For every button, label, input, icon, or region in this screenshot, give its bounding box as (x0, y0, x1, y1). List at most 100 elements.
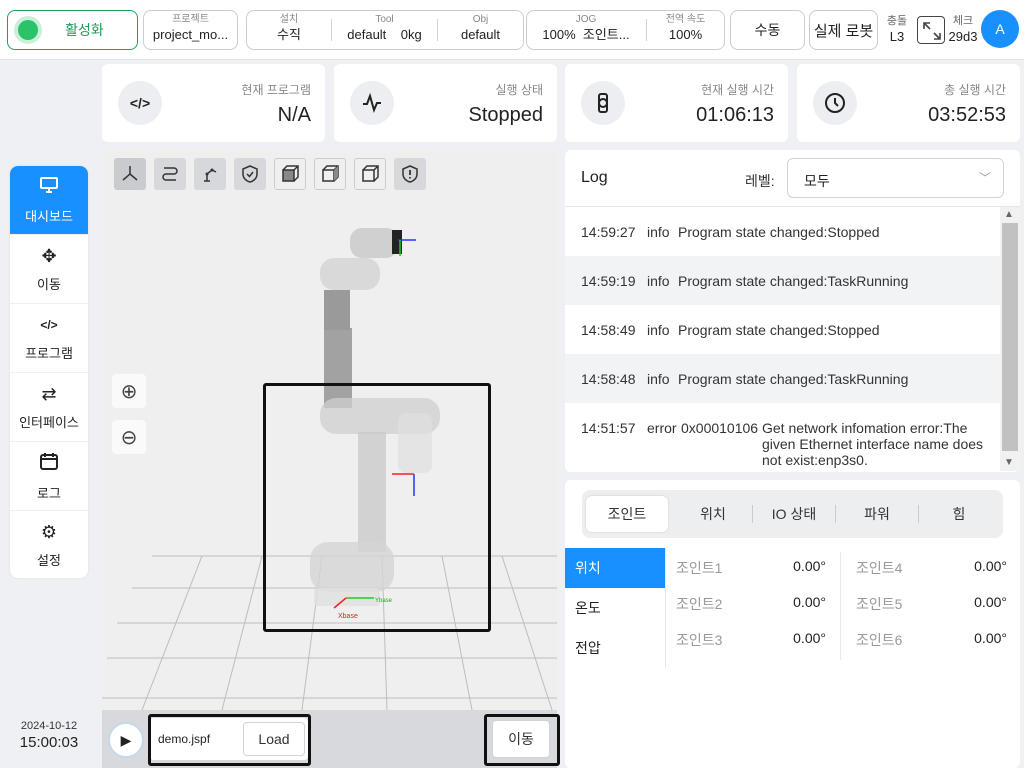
safety-shield-icon[interactable] (234, 158, 266, 190)
log-time: 14:58:49 (581, 322, 636, 338)
log-time: 14:58:48 (581, 371, 636, 387)
view-cube-top-icon[interactable] (354, 158, 386, 190)
subtab-temperature[interactable]: 온도 (565, 588, 665, 628)
obj-value: default (460, 27, 501, 42)
log-level-value: 모두 (804, 173, 830, 189)
calendar-icon (39, 451, 59, 475)
card-value: 03:52:53 (928, 104, 1006, 126)
obj-title: Obj (472, 14, 489, 25)
tool-weight: 0kg (400, 27, 422, 42)
jog-title: JOG (575, 14, 597, 25)
log-row[interactable]: 14:59:19 info Program state changed:Task… (565, 256, 1001, 305)
log-row[interactable]: 14:59:27 info Program state changed:Stop… (565, 207, 1001, 256)
collision-title: 충돌 (886, 15, 908, 27)
swap-icon: ⇄ (41, 383, 57, 404)
total-run-time-card: 총 실행 시간 03:52:53 (797, 64, 1020, 142)
joint-name: 조인트5 (856, 596, 903, 612)
card-label: 현재 프로그램 (241, 83, 311, 97)
manual-mode-button[interactable]: 수동 (730, 10, 805, 50)
current-date: 2024-10-12 (20, 720, 78, 732)
clock-display: 2024-10-12 15:00:03 (10, 720, 88, 751)
nav-item-interface[interactable]: ⇄ 인터페이스 (10, 373, 88, 442)
tab-force[interactable]: 힘 (919, 496, 999, 532)
collision-value: L3 (889, 29, 905, 44)
view-iso-icon[interactable] (114, 158, 146, 190)
expand-icon[interactable] (917, 16, 945, 44)
nav-item-dashboard[interactable]: 대시보드 (10, 166, 88, 235)
code-icon: </> (40, 317, 58, 332)
run-state-card: 실행 상태 Stopped (334, 64, 557, 142)
joint-name: 조인트3 (676, 632, 723, 648)
monitor-icon (39, 176, 59, 198)
log-row[interactable]: 14:51:57 error 0x00010106 Get network in… (565, 403, 1001, 472)
tool-value: default 0kg (332, 27, 437, 42)
log-level-label: 레벨: (745, 173, 775, 189)
joint-value: 0.00° (974, 630, 1007, 646)
log-scrollbar[interactable]: ▲ ▼ (1000, 207, 1020, 471)
jog-speed-group[interactable]: JOG 100% 조인트... 전역 속도 100% (526, 10, 725, 50)
obj-cell[interactable]: Obj default (438, 11, 523, 49)
card-label: 실행 상태 (495, 83, 544, 97)
joint-value-cell: 조인트5 0.00° (846, 584, 1021, 620)
tool-cell[interactable]: Tool default 0kg (332, 11, 437, 49)
real-robot-button[interactable]: 실제 로봇 (809, 10, 878, 50)
play-icon[interactable]: ▶ (108, 722, 144, 758)
robot-arm-icon[interactable] (194, 158, 226, 190)
global-speed-value: 100% (668, 27, 703, 42)
activate-button[interactable]: 활성화 (7, 10, 138, 50)
watch-icon (581, 81, 625, 125)
check-value: 29d3 (948, 29, 978, 44)
tool-title: Tool (375, 14, 394, 25)
tab-io-status[interactable]: IO 상태 (753, 496, 835, 532)
view-cube-front-icon[interactable] (274, 158, 306, 190)
nav-label: 로그 (37, 485, 61, 501)
subtab-position[interactable]: 위치 (565, 548, 665, 588)
scroll-up-icon[interactable]: ▲ (1004, 209, 1014, 220)
install-tool-obj-group[interactable]: 설치 수직 Tool default 0kg Obj default (246, 10, 524, 50)
tab-position[interactable]: 위치 (672, 496, 754, 532)
jog-speed: 100% (542, 27, 576, 42)
joint-name: 조인트4 (856, 560, 903, 576)
log-error-code: 0x00010106 (681, 420, 759, 436)
warning-shield-icon[interactable] (394, 158, 426, 190)
nav-item-program[interactable]: </> 프로그램 (10, 304, 88, 373)
install-value: 수직 (277, 27, 301, 42)
path-icon[interactable] (154, 158, 186, 190)
nav-item-log[interactable]: 로그 (10, 442, 88, 511)
scroll-down-icon[interactable]: ▼ (1004, 457, 1014, 468)
gear-icon: ⚙ (40, 522, 58, 542)
log-level: info (647, 322, 670, 338)
log-time: 14:59:19 (581, 273, 636, 289)
joint-value: 0.00° (793, 630, 826, 646)
joint-subnav: 위치 온도 전압 (565, 548, 665, 668)
log-level: info (647, 371, 670, 387)
scroll-thumb[interactable] (1002, 223, 1018, 451)
avatar[interactable]: A (981, 10, 1019, 48)
joint-values-grid: 조인트1 0.00° 조인트2 0.00° 조인트3 0.00° 조인트4 0.… (665, 548, 1020, 668)
joint-value-cell: 조인트4 0.00° (846, 548, 1021, 584)
current-time: 15:00:03 (19, 734, 79, 751)
collision-indicator[interactable]: 충돌 L3 (882, 14, 912, 44)
nav-item-move[interactable]: ✥ 이동 (10, 235, 88, 304)
global-speed-cell[interactable]: 전역 속도 100% (647, 11, 724, 49)
log-message: Program state changed:Stopped (678, 322, 880, 338)
project-title: 프로젝트 (172, 14, 209, 25)
install-title: 설치 (279, 14, 299, 25)
view-cube-side-icon[interactable] (314, 158, 346, 190)
nav-label: 프로그램 (25, 345, 73, 361)
log-level-select[interactable]: 모두 ﹀ (787, 158, 1004, 198)
tab-joint[interactable]: 조인트 (586, 496, 668, 532)
subtab-voltage[interactable]: 전압 (565, 628, 665, 668)
tab-power[interactable]: 파워 (836, 496, 918, 532)
robot-3d-viewport[interactable]: ⊕ ⊖ Ybase Xbase ▶ demo.jspf Load 이동 (102, 150, 560, 768)
project-selector[interactable]: 프로젝트 project_mo... (143, 10, 238, 50)
install-cell[interactable]: 설치 수직 (247, 11, 331, 49)
nav-item-settings[interactable]: ⚙ 설정 (10, 511, 88, 578)
joint-value-cell: 조인트1 0.00° (666, 548, 840, 584)
log-row[interactable]: 14:58:48 info Program state changed:Task… (565, 354, 1001, 403)
log-row[interactable]: 14:58:49 info Program state changed:Stop… (565, 305, 1001, 354)
check-indicator[interactable]: 체크 29d3 (946, 14, 980, 44)
divider (840, 552, 841, 660)
jog-cell[interactable]: JOG 100% 조인트... (527, 11, 645, 49)
current-run-time-card: 현재 실행 시간 01:06:13 (565, 64, 788, 142)
